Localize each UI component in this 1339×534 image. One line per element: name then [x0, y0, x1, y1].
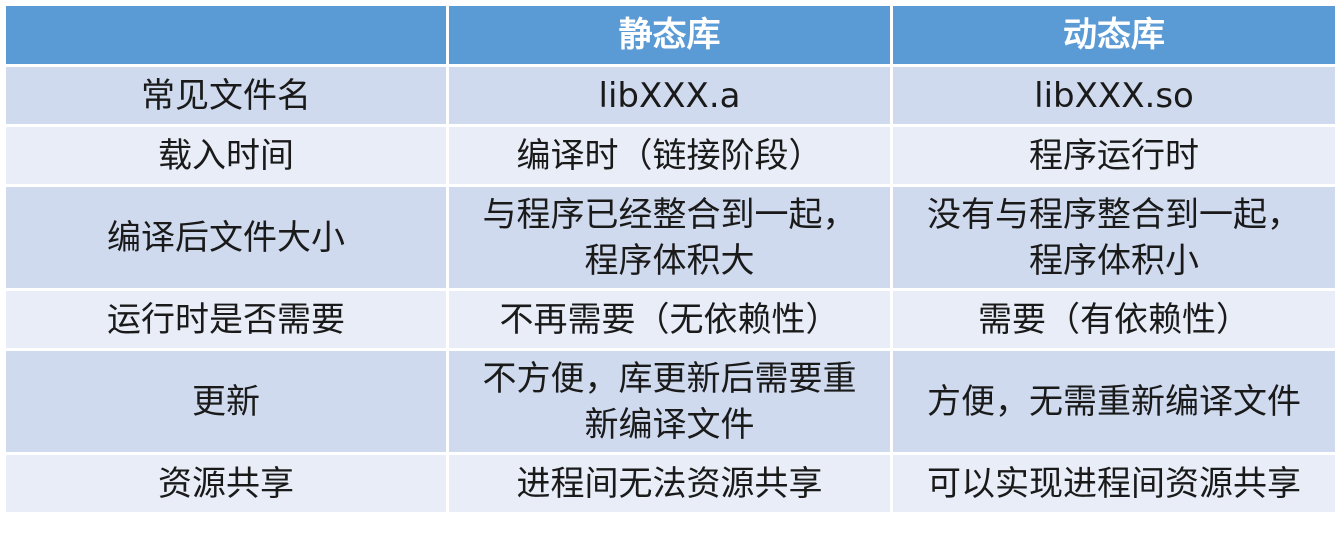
row-label-compiled-size: 编译后文件大小: [3, 184, 449, 291]
row-label-runtime-need: 运行时是否需要: [3, 288, 449, 351]
cell-line: libXXX.a: [598, 75, 741, 116]
header-static-library: 静态库: [446, 3, 893, 67]
cell-static-resource-sharing: 进程间无法资源共享: [446, 452, 893, 515]
cell-dynamic-compiled-size: 没有与程序整合到一起， 程序体积小: [890, 184, 1338, 291]
row-label-resource-sharing: 资源共享: [3, 452, 449, 515]
header-dynamic-library: 动态库: [890, 3, 1338, 67]
cell-static-update: 不方便，库更新后需要重 新编译文件: [446, 348, 893, 455]
cell-static-file-name: libXXX.a: [446, 64, 893, 127]
cell-line: 方便，无需重新编译文件: [927, 381, 1301, 422]
cell-dynamic-runtime-need: 需要（有依赖性）: [890, 288, 1338, 351]
cell-dynamic-load-time: 程序运行时: [890, 124, 1338, 187]
cell-dynamic-file-name: libXXX.so: [890, 64, 1338, 127]
table-row: 编译后文件大小 与程序已经整合到一起， 程序体积大 没有与程序整合到一起， 程序…: [3, 184, 1338, 291]
cell-line: 新编译文件: [584, 404, 755, 445]
cell-line: 程序运行时: [1029, 135, 1199, 176]
cell-line: 进程间无法资源共享: [516, 463, 823, 504]
cell-line: 程序体积小: [1029, 240, 1199, 281]
row-label-file-name: 常见文件名: [3, 64, 449, 127]
cell-line: 编译时（链接阶段）: [516, 135, 823, 176]
cell-line: libXXX.so: [1034, 75, 1194, 116]
cell-dynamic-resource-sharing: 可以实现进程间资源共享: [890, 452, 1338, 515]
comparison-table-wrapper: 静态库 动态库 常见文件名 libXXX.a libXXX.so 载入时间 编译…: [3, 3, 1338, 515]
table-row: 载入时间 编译时（链接阶段） 程序运行时: [3, 124, 1338, 187]
row-label-load-time: 载入时间: [3, 124, 449, 187]
row-label-update: 更新: [3, 348, 449, 455]
cell-line: 不方便，库更新后需要重: [482, 358, 857, 399]
cell-static-compiled-size: 与程序已经整合到一起， 程序体积大: [446, 184, 893, 291]
cell-dynamic-update: 方便，无需重新编译文件: [890, 348, 1338, 455]
cell-line: 没有与程序整合到一起，: [927, 194, 1301, 235]
table-row: 资源共享 进程间无法资源共享 可以实现进程间资源共享: [3, 452, 1338, 515]
cell-static-load-time: 编译时（链接阶段）: [446, 124, 893, 187]
cell-line: 与程序已经整合到一起，: [482, 194, 857, 235]
cell-line: 不再需要（无依赖性）: [499, 299, 840, 340]
cell-line: 需要（有依赖性）: [978, 299, 1250, 340]
table-header-row: 静态库 动态库: [3, 3, 1338, 67]
table-row: 运行时是否需要 不再需要（无依赖性） 需要（有依赖性）: [3, 288, 1338, 351]
cell-line: 程序体积大: [584, 240, 755, 281]
table-row: 更新 不方便，库更新后需要重 新编译文件 方便，无需重新编译文件: [3, 348, 1338, 455]
header-corner-cell: [3, 3, 449, 67]
cell-line: 可以实现进程间资源共享: [927, 463, 1301, 504]
table-row: 常见文件名 libXXX.a libXXX.so: [3, 64, 1338, 127]
cell-static-runtime-need: 不再需要（无依赖性）: [446, 288, 893, 351]
comparison-table: 静态库 动态库 常见文件名 libXXX.a libXXX.so 载入时间 编译…: [3, 3, 1338, 515]
